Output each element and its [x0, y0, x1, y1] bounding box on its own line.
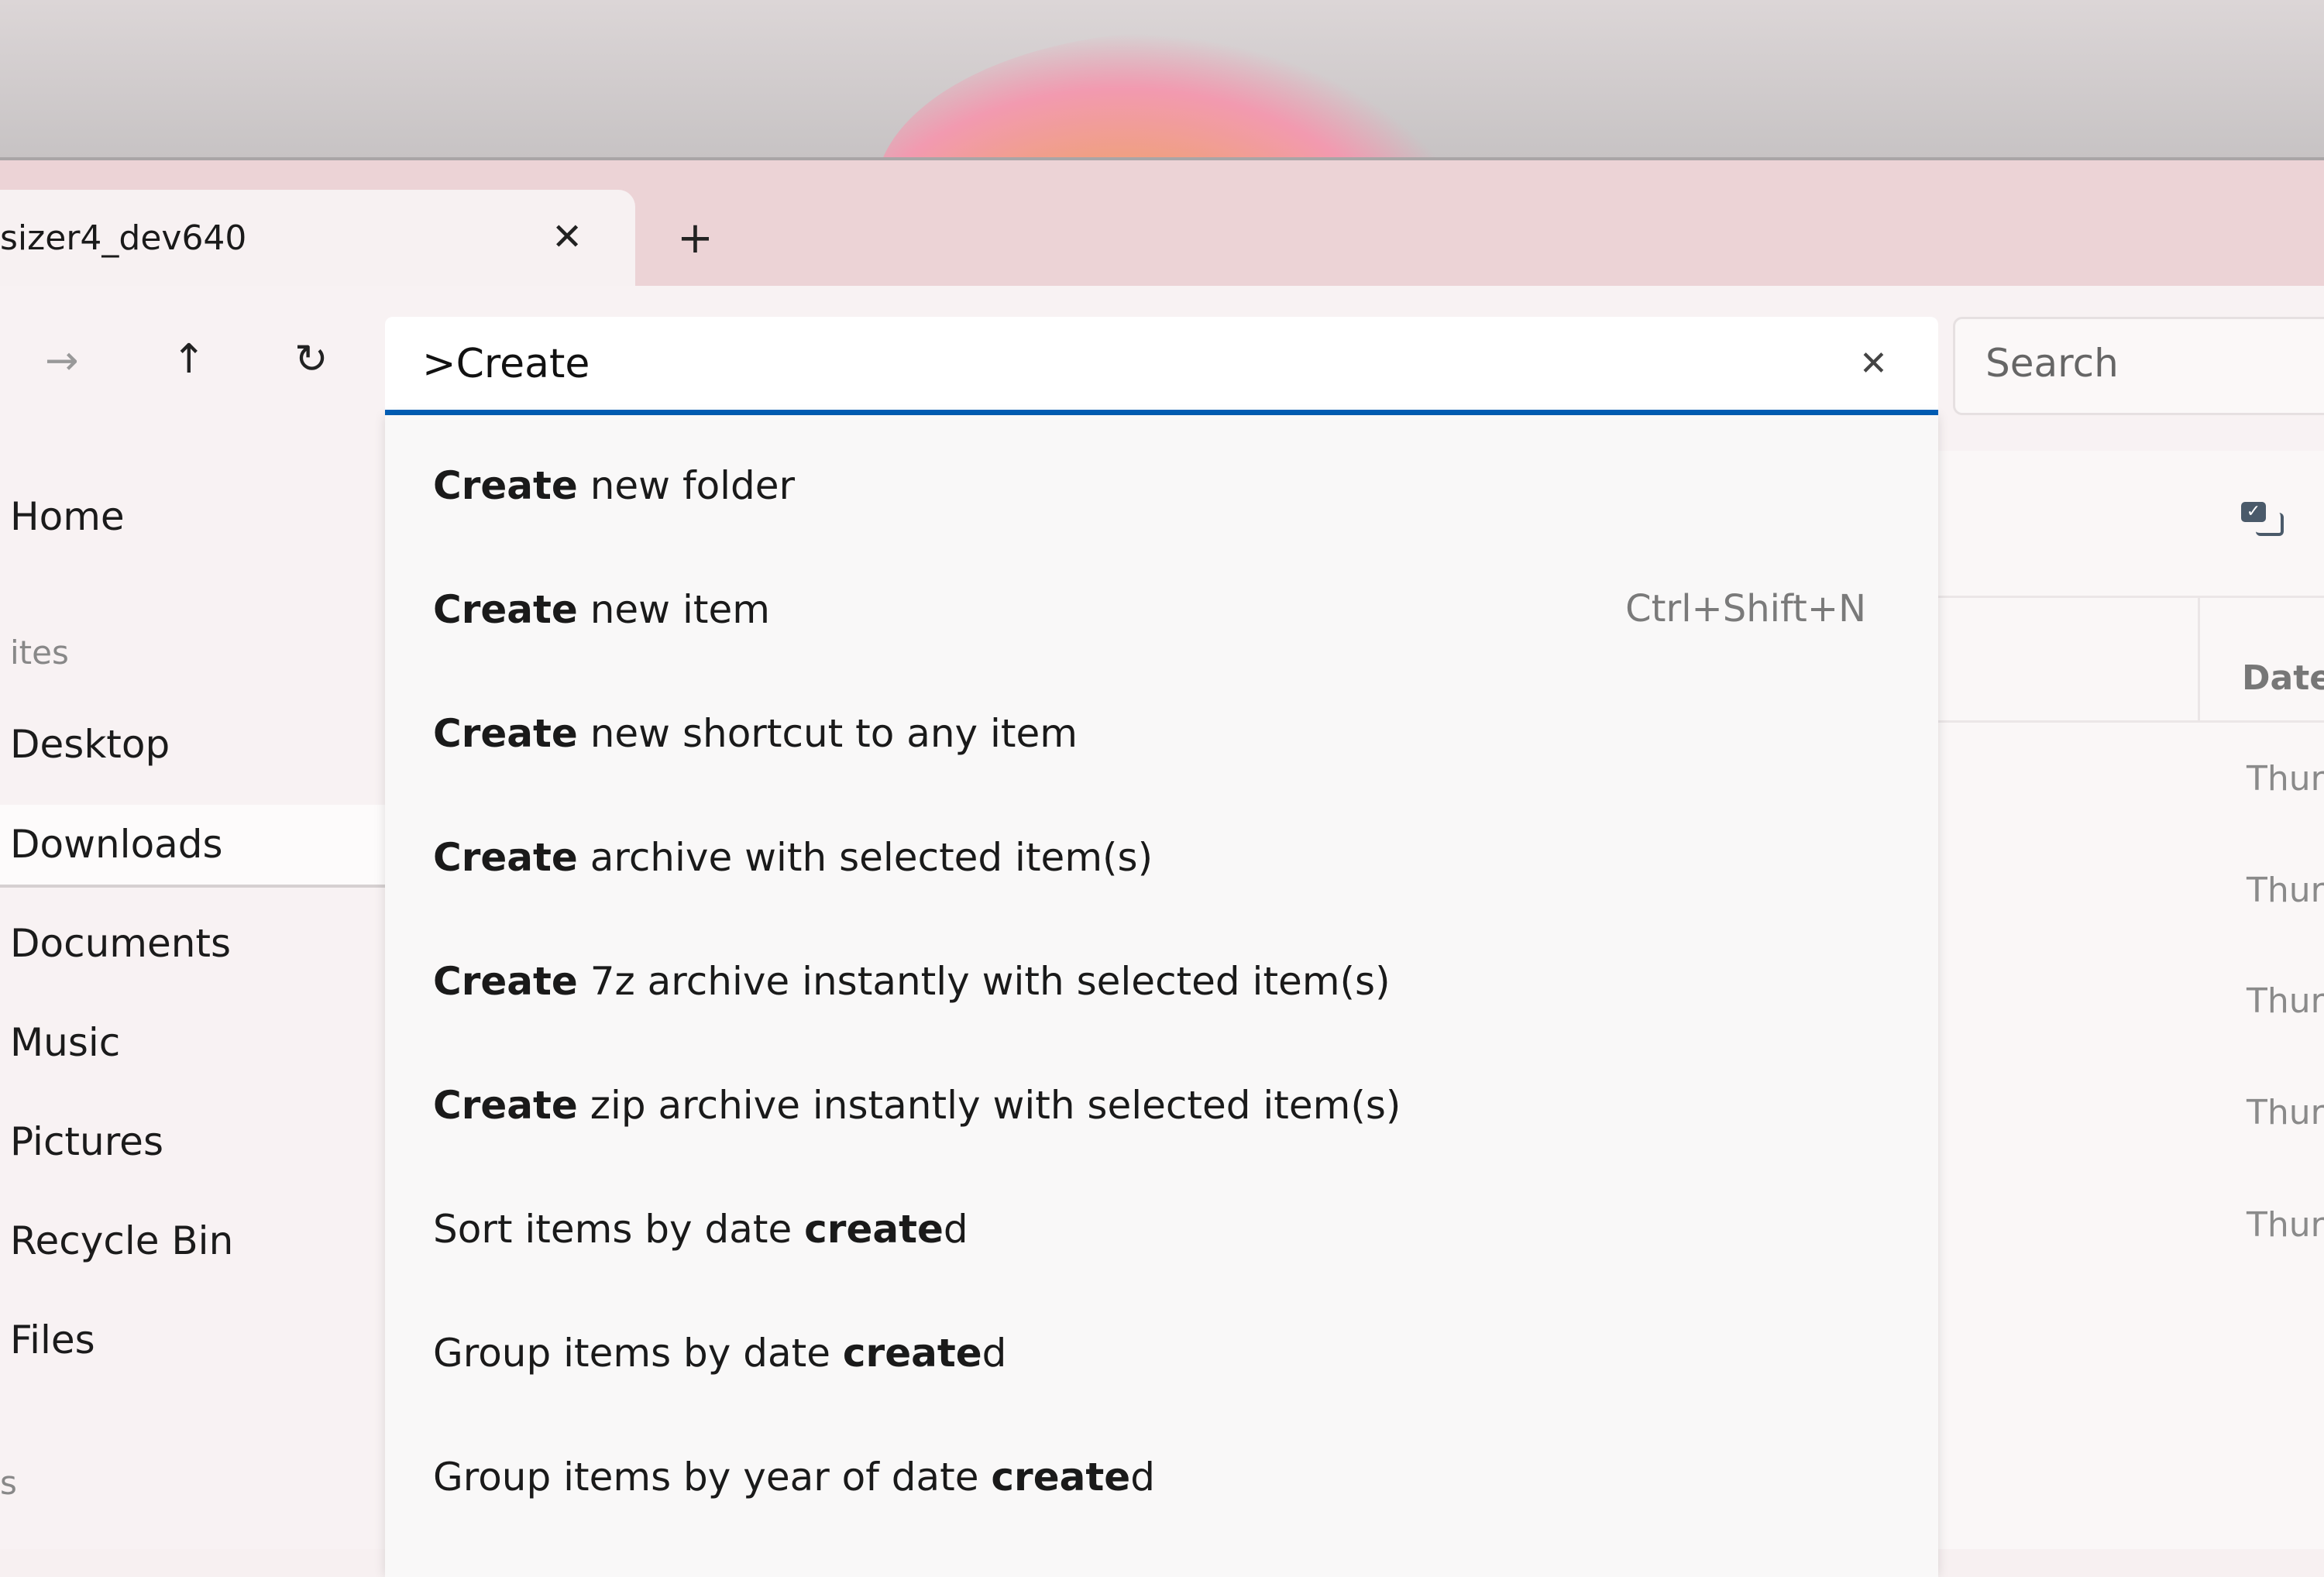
command-input-value[interactable]: >Create: [422, 341, 590, 387]
close-icon[interactable]: ✕: [1859, 347, 1888, 381]
sidebar-item-documents[interactable]: Documents: [10, 921, 231, 966]
command-item[interactable]: Create new item Ctrl+Shift+N: [433, 587, 1905, 632]
wallpaper-bloom: [875, 31, 1495, 157]
column-header-date[interactable]: Date: [2242, 658, 2324, 698]
date-cell: Thur: [2247, 1205, 2324, 1245]
close-icon[interactable]: ✕: [552, 218, 583, 256]
date-cell: Thur: [2247, 871, 2324, 910]
date-cell: Thur: [2247, 1093, 2324, 1132]
command-item[interactable]: Create archive with selected item(s): [433, 835, 1905, 880]
sidebar-item-home[interactable]: Home: [10, 494, 125, 539]
sidebar-item-pictures[interactable]: Pictures: [10, 1119, 163, 1164]
sidebar-section-header: s: [0, 1464, 17, 1502]
sidebar-item-downloads[interactable]: Downloads: [10, 822, 223, 867]
sidebar-item-music[interactable]: Music: [10, 1020, 120, 1065]
tab-title: sizer4_dev640: [0, 218, 247, 258]
refresh-icon[interactable]: ↻: [294, 339, 328, 380]
command-item[interactable]: Create zip archive instantly with select…: [433, 1083, 1905, 1128]
search-placeholder: Search: [1985, 341, 2119, 386]
desktop-wallpaper: [0, 0, 2324, 160]
command-item[interactable]: Group items by date created: [433, 1331, 1905, 1376]
command-item[interactable]: Create new shortcut to any item: [433, 711, 1905, 756]
command-item[interactable]: Sort items by date created: [433, 1207, 1905, 1252]
shortcut-label: Ctrl+Shift+N: [1625, 587, 1866, 630]
sidebar-section-favorites: ites: [10, 634, 69, 672]
command-item[interactable]: Group items by year of date created: [433, 1455, 1905, 1500]
date-cell: Thur: [2247, 759, 2324, 799]
date-cell: Thur: [2247, 981, 2324, 1021]
sidebar-item-files[interactable]: Files: [10, 1318, 95, 1362]
command-suggestions: Create new folder Create new item Ctrl+Sh…: [385, 415, 1938, 1577]
command-item[interactable]: Create 7z archive instantly with selecte…: [433, 959, 1905, 1004]
sidebar-item-desktop[interactable]: Desktop: [10, 722, 170, 767]
arrow-up-icon[interactable]: ↑: [172, 339, 206, 380]
plus-icon[interactable]: +: [677, 217, 713, 260]
sidebar-item-recycle-bin[interactable]: Recycle Bin: [10, 1218, 233, 1263]
arrow-right-icon[interactable]: →: [45, 341, 79, 381]
command-palette-input[interactable]: [385, 317, 1938, 415]
command-item[interactable]: Create new folder: [433, 463, 1905, 508]
